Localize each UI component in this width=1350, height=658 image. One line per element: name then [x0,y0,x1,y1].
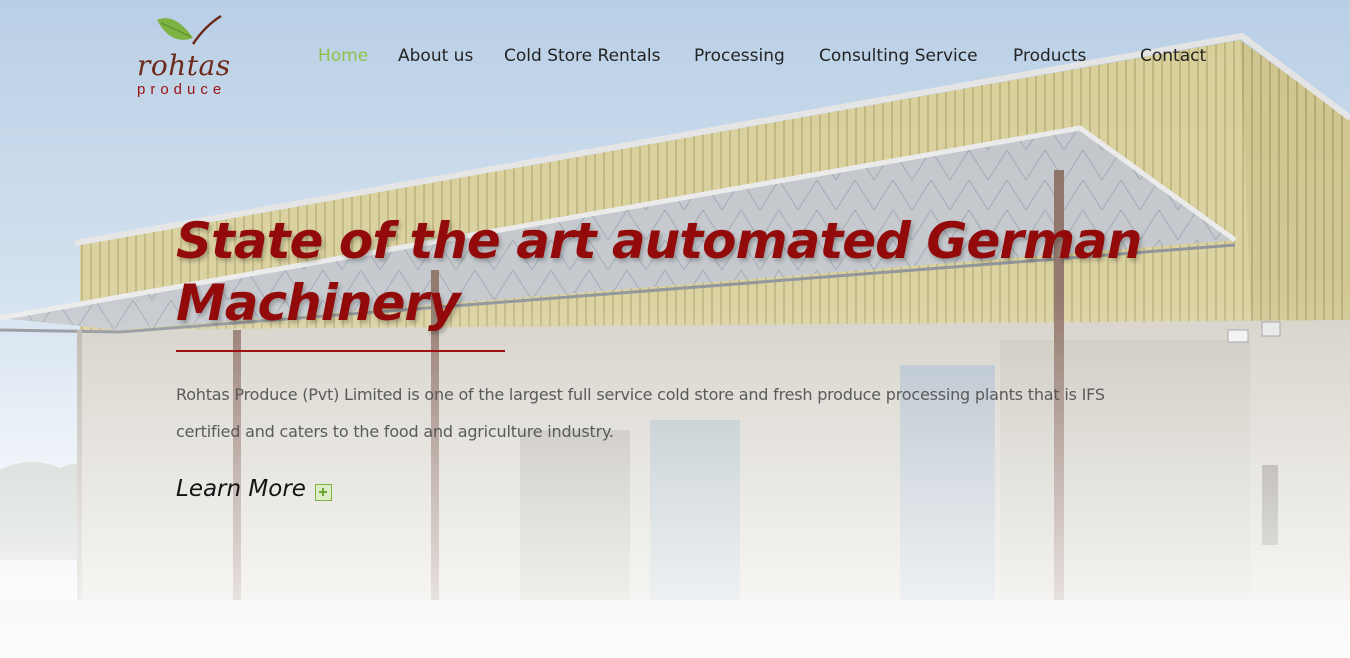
learn-more-link[interactable]: Learn More [176,472,332,506]
nav-cold-store-rentals[interactable]: Cold Store Rentals [504,44,660,68]
nav-about-us[interactable]: About us [398,44,473,68]
nav-processing[interactable]: Processing [694,44,785,68]
plus-square-icon [314,483,332,501]
headline-divider [176,350,505,352]
nav-contact[interactable]: Contact [1140,44,1206,68]
brand-tagline: produce [137,81,227,98]
hero-description: Rohtas Produce (Pvt) Limited is one of t… [176,385,1105,441]
nav-home[interactable]: Home [318,44,368,68]
brand-name: rohtas [137,49,231,82]
nav-products[interactable]: Products [1013,44,1086,68]
brand-logo[interactable]: rohtas produce [137,14,241,98]
learn-more-label: Learn More [176,476,306,502]
hero-headline: State of the art automated German Machin… [176,212,1142,332]
nav-consulting-service[interactable]: Consulting Service [819,44,978,68]
leaf-icon [157,14,222,45]
